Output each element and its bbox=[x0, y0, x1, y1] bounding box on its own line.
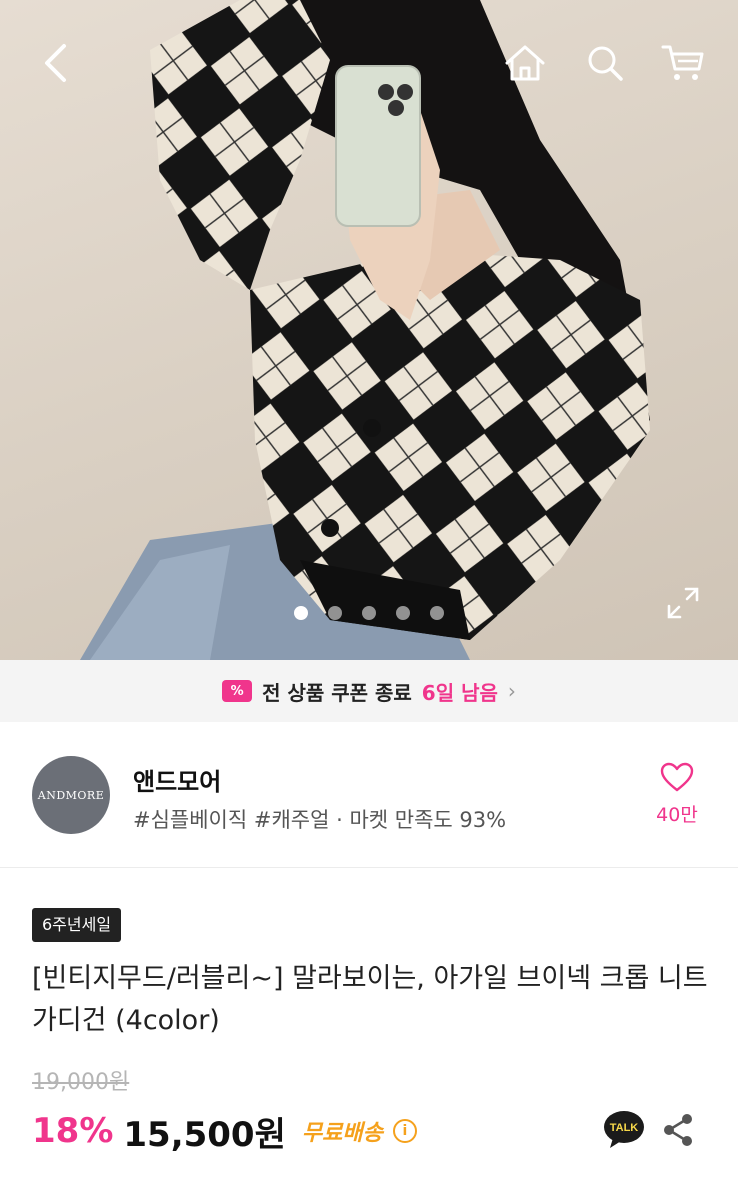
carousel-dot[interactable] bbox=[294, 606, 308, 620]
like-count: 40만 bbox=[656, 804, 698, 826]
share-button[interactable] bbox=[656, 1108, 700, 1152]
coupon-icon: % bbox=[222, 680, 253, 702]
store-name[interactable]: 앤드모어 bbox=[133, 762, 221, 797]
carousel-dot[interactable] bbox=[396, 606, 410, 620]
store-tags: #심플베이직 #캐주얼 · 마켓 만족도 93% bbox=[133, 808, 507, 832]
kakao-talk-button[interactable]: TALK bbox=[602, 1108, 646, 1152]
coupon-banner[interactable]: % 전 상품 쿠폰 종료 6일 남음 › bbox=[0, 660, 738, 722]
home-button[interactable] bbox=[500, 38, 550, 88]
product-photo bbox=[80, 0, 650, 660]
info-icon[interactable]: i bbox=[392, 1119, 417, 1143]
discount-rate: 18% bbox=[32, 1111, 114, 1151]
sale-price: 15,500원 bbox=[123, 1114, 286, 1155]
expand-icon bbox=[667, 587, 699, 619]
like-button[interactable]: 40만 bbox=[644, 762, 710, 827]
search-icon bbox=[588, 46, 623, 81]
talk-label: TALK bbox=[610, 1122, 639, 1134]
original-price: 19,000원 bbox=[32, 1070, 130, 1095]
carousel-indicator bbox=[0, 606, 738, 620]
store-info[interactable]: ANDMORE 앤드모어 #심플베이직 #캐주얼 · 마켓 만족도 93% 40… bbox=[0, 722, 738, 868]
carousel-dot[interactable] bbox=[328, 606, 342, 620]
product-title: [빈티지무드/러블리~] 말라보이는, 아가일 브이넥 크롭 니트가디건 (4c… bbox=[32, 963, 708, 1036]
home-icon bbox=[505, 45, 545, 81]
chevron-right-icon: › bbox=[507, 679, 516, 703]
product-image[interactable] bbox=[0, 0, 738, 660]
sale-badge: 6주년세일 bbox=[32, 908, 122, 942]
cart-button[interactable] bbox=[658, 38, 708, 88]
search-button[interactable] bbox=[580, 38, 630, 88]
coupon-text: 전 상품 쿠폰 종료 bbox=[262, 680, 412, 705]
chevron-left-icon bbox=[45, 44, 66, 82]
talk-icon: TALK bbox=[604, 1111, 644, 1148]
coupon-days-left: 6일 남음 bbox=[421, 680, 498, 705]
expand-button[interactable] bbox=[660, 580, 706, 626]
carousel-dot[interactable] bbox=[430, 606, 444, 620]
price-row: 18% 15,500원 무료배송 i bbox=[32, 1104, 417, 1158]
carousel-dot[interactable] bbox=[362, 606, 376, 620]
cart-icon bbox=[661, 45, 704, 80]
heart-icon bbox=[660, 762, 694, 792]
share-icon bbox=[664, 1114, 692, 1146]
back-button[interactable] bbox=[30, 38, 80, 88]
free-shipping-label: 무료배송 bbox=[301, 1121, 383, 1146]
store-logo[interactable]: ANDMORE bbox=[32, 756, 110, 834]
